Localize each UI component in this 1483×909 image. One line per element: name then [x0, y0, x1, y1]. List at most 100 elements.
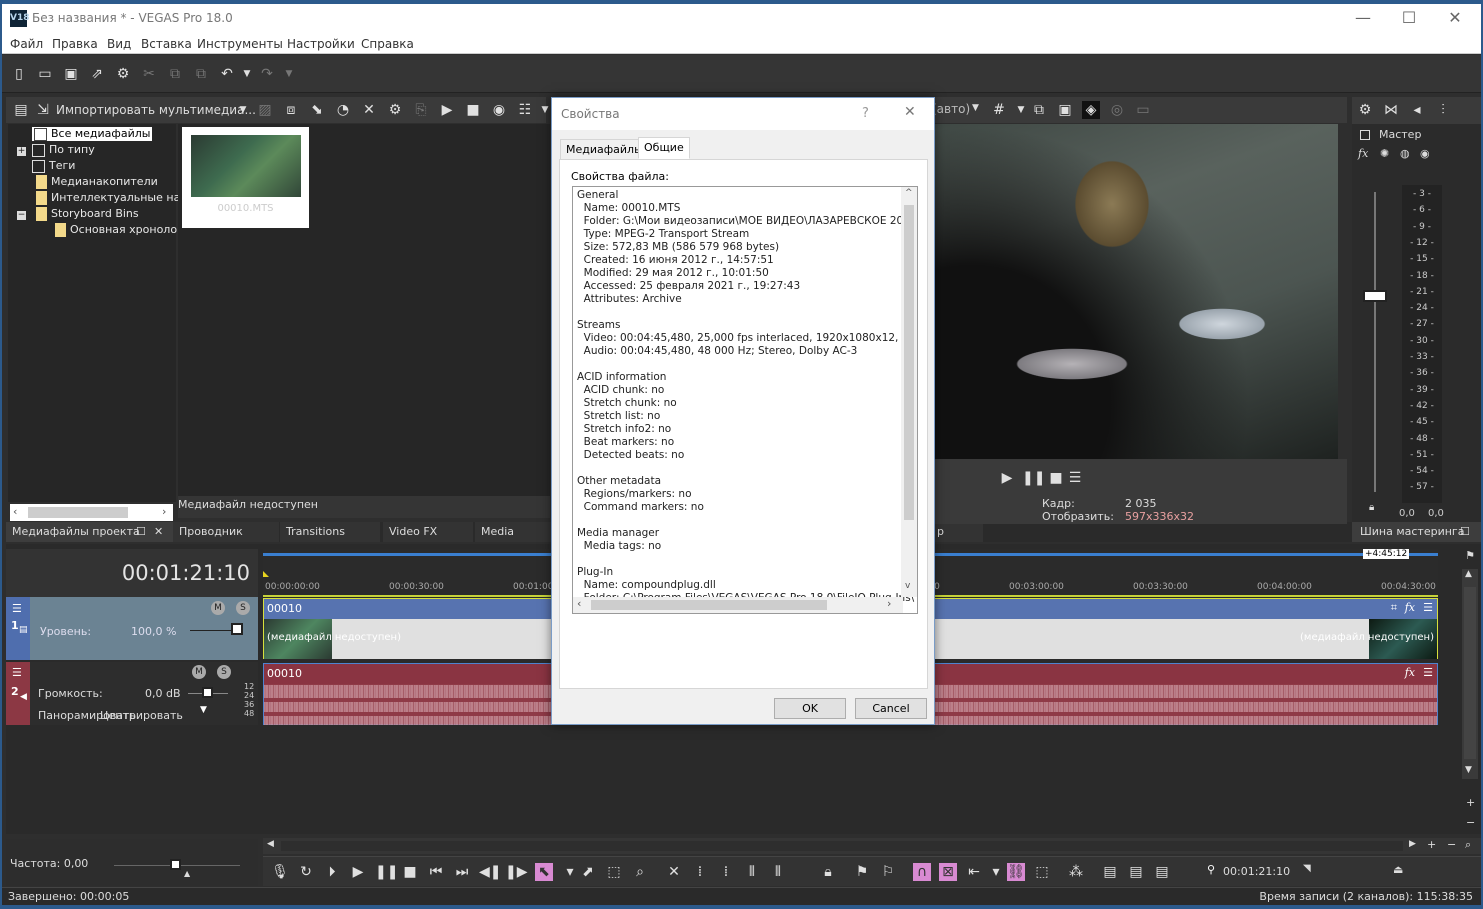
save-snapshot-icon[interactable]: ▣ — [1056, 101, 1074, 119]
tab-master-bus[interactable]: Шина мастеринга ☐ — [1352, 522, 1481, 542]
external-monitor-icon[interactable]: ◈ — [1082, 101, 1100, 119]
fx-icon[interactable]: fx — [1358, 147, 1368, 160]
play-from-start-icon[interactable]: ⏵ — [323, 863, 341, 881]
scroll-right-icon[interactable]: ▶ — [1409, 839, 1416, 849]
zoom-out-icon[interactable]: − — [1466, 816, 1475, 829]
fx-icon[interactable]: fx — [1405, 601, 1415, 614]
track-menu-icon[interactable]: ☰ — [12, 602, 22, 615]
grid-icon[interactable]: # — [990, 101, 1008, 119]
properties-horizontal-scrollbar[interactable]: ‹ › — [573, 597, 903, 613]
collapse-icon[interactable]: − — [17, 211, 26, 220]
envelope-tool-icon[interactable]: ⬈ — [579, 863, 597, 881]
tree-horizontal-scrollbar[interactable]: ‹ › — [10, 504, 173, 521]
remove-icon[interactable]: ✕ — [360, 101, 378, 119]
snapping-icon[interactable]: ∩ — [913, 863, 931, 881]
scroll-thumb[interactable] — [1464, 587, 1476, 759]
stop-icon[interactable]: ■ — [401, 863, 419, 881]
insert-region-icon[interactable]: ⚐ — [879, 863, 897, 881]
scroll-thumb[interactable] — [28, 507, 128, 518]
stereo3d-icon[interactable]: ◎ — [1108, 101, 1126, 119]
loop-icon[interactable]: ↻ — [297, 863, 315, 881]
solo-icon[interactable]: S — [236, 601, 250, 615]
scroll-thumb[interactable] — [281, 841, 1403, 851]
ripple-icon[interactable]: ⇤ — [965, 863, 983, 881]
menu-help[interactable]: Справка — [361, 37, 414, 51]
preview-pause-icon[interactable]: ❚❚ — [1022, 469, 1045, 487]
list-view-icon[interactable]: ☷ — [516, 101, 534, 119]
render-as-icon[interactable]: ⇗ — [88, 65, 106, 83]
downmix-icon[interactable]: ⋈ — [1382, 101, 1400, 119]
tab-explorer[interactable]: Проводник — [173, 522, 279, 542]
autopreview-icon[interactable]: ◉ — [490, 101, 508, 119]
scroll-down-icon[interactable]: ▼ — [1465, 765, 1472, 775]
cut-icon[interactable]: ✂ — [140, 65, 158, 83]
capture-icon[interactable]: ▨ — [256, 101, 274, 119]
timeline-vertical-scrollbar[interactable]: ▲ ▼ — [1462, 569, 1478, 779]
play-preview-icon[interactable]: ▶ — [438, 101, 456, 119]
quality-dropdown-icon[interactable]: ▼ — [972, 103, 979, 113]
import-media-icon[interactable]: ⇲ — [34, 101, 52, 119]
event-icon-1[interactable]: ▤ — [1101, 863, 1119, 881]
undock-icon[interactable]: ☐ — [1460, 525, 1470, 538]
selection-tool-icon[interactable]: ⬚ — [605, 863, 623, 881]
scroll-left-icon[interactable]: ◀ — [267, 839, 274, 849]
lock-icon[interactable]: 🔒︎ — [1369, 502, 1374, 513]
pan-slider-handle[interactable]: ▼ — [200, 705, 207, 715]
scroll-right-icon[interactable]: › — [162, 505, 166, 518]
file-properties-list[interactable]: General Name: 00010.MTS Folder: G:\Мои в… — [572, 186, 918, 614]
scroll-thumb[interactable] — [904, 205, 914, 520]
cancel-button[interactable]: Cancel — [855, 698, 927, 719]
properties-vertical-scrollbar[interactable]: ^ v — [901, 187, 917, 597]
track-number-strip[interactable]: ☰ 1 ▤ — [6, 597, 30, 660]
scroll-down-icon[interactable]: v — [905, 581, 910, 591]
tree-item-smart-bins[interactable]: Интеллектуальные нак — [36, 191, 187, 205]
play-icon[interactable]: ▶ — [349, 863, 367, 881]
import-media-button[interactable]: Импортировать мультимедиа... — [56, 103, 256, 117]
record-icon[interactable]: 🎙︎ — [271, 863, 289, 881]
copy-snapshot-icon[interactable]: ⧉ — [1030, 101, 1048, 119]
go-to-end-icon[interactable]: ⏭ — [453, 863, 471, 881]
get-media-icon[interactable]: ⧈ — [282, 101, 300, 119]
solo-icon[interactable]: ◉ — [1420, 147, 1430, 160]
delete-icon[interactable]: ✕ — [665, 863, 683, 881]
auto-crossfade-icon[interactable]: ⊠ — [939, 863, 957, 881]
save-icon[interactable]: ▣ — [62, 65, 80, 83]
scroll-up-icon[interactable]: ▲ — [1465, 569, 1472, 579]
tree-item-storyboard-bins[interactable]: Storyboard Bins — [36, 207, 139, 221]
preview-stop-icon[interactable]: ■ — [1047, 469, 1065, 487]
open-folder-icon[interactable]: ▭ — [36, 65, 54, 83]
undo-icon[interactable]: ↶ — [218, 65, 236, 83]
event-icon-3[interactable]: ▤ — [1153, 863, 1171, 881]
sync-icon[interactable]: ⁂ — [1067, 863, 1085, 881]
undo-dropdown-icon[interactable]: ▼ — [238, 65, 256, 83]
grid-dropdown-icon[interactable]: ▼ — [1012, 101, 1030, 119]
master-settings-icon[interactable]: ⚙ — [1356, 101, 1374, 119]
tab-general[interactable]: Общие — [638, 137, 690, 159]
views-icon[interactable]: ▤ — [12, 101, 30, 119]
level-slider-handle[interactable] — [231, 623, 243, 635]
h-zoom-in-icon[interactable]: + — [1427, 838, 1436, 851]
cursor-marker-icon[interactable] — [263, 571, 269, 577]
next-frame-icon[interactable]: ❚▶ — [505, 863, 528, 881]
tree-item-by-type[interactable]: По типу — [32, 143, 95, 157]
event-icon-2[interactable]: ▤ — [1127, 863, 1145, 881]
mute-icon[interactable]: ◍ — [1400, 147, 1410, 160]
media-fx-icon[interactable]: ⚙ — [386, 101, 404, 119]
close-button[interactable]: ✕ — [1432, 4, 1478, 34]
expand-icon[interactable]: + — [17, 147, 26, 156]
track-menu-icon[interactable]: ☰ — [12, 666, 22, 679]
rate-slider-handle[interactable] — [170, 859, 181, 870]
track-header-audio[interactable]: Громкость: 0,0 dB Панорамировать Центрир… — [6, 662, 258, 725]
timeline-horizontal-scrollbar[interactable]: ◀ ▶ + − ⌕ — [263, 838, 1481, 854]
menu-view[interactable]: Вид — [107, 37, 131, 51]
maximize-timeline-icon[interactable]: ⏏ — [1393, 863, 1403, 876]
cursor-dropdown-icon[interactable]: ◥ — [1303, 863, 1311, 874]
tab-project-media[interactable]: Медиафайлы проекта ☐ ✕ — [6, 522, 173, 542]
insert-marker-icon[interactable]: ⚑ — [853, 863, 871, 881]
redo-dropdown-icon[interactable]: ▼ — [280, 65, 298, 83]
clip-menu-icon[interactable]: ☰ — [1423, 666, 1433, 679]
settings-icon[interactable]: ⚙ — [114, 65, 132, 83]
tab-transitions[interactable]: Transitions — [280, 522, 380, 542]
tree-item-all-media[interactable]: Все медиафайлы — [32, 127, 153, 141]
scroll-left-icon[interactable]: ‹ — [577, 597, 581, 610]
